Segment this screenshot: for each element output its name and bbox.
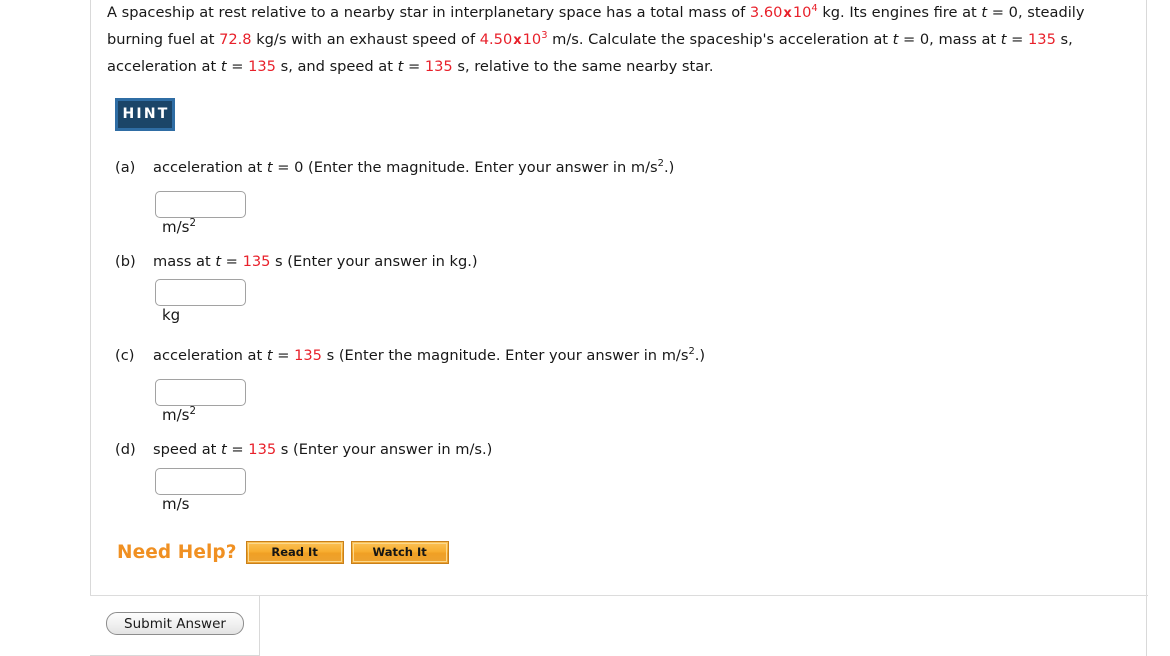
- part-c-input[interactable]: [155, 379, 246, 406]
- part-d-unit: m/s: [162, 495, 189, 513]
- problem-text-14: s, relative to the same nearby star.: [452, 58, 714, 75]
- problem-text-7: = 0, mass: [898, 31, 977, 48]
- multiply-icon: x: [783, 6, 792, 21]
- part-a-unit-base: m/s: [162, 218, 190, 236]
- part-a-text-2: = 0 (Enter the magnitude. Enter your ans…: [272, 159, 658, 176]
- part-c-unit: m/s2: [162, 406, 196, 424]
- problem-text-8: at: [981, 31, 1001, 48]
- mass-base: 104: [792, 3, 818, 21]
- part-b-unit: kg: [162, 306, 180, 324]
- part-c-unit-exponent: 2: [189, 406, 196, 417]
- part-c-answer-row: m/s2: [155, 379, 246, 424]
- exhaust-speed-value: 4.50: [479, 31, 513, 48]
- part-b-unit-base: kg: [162, 306, 181, 324]
- part-c-text-2: =: [272, 347, 295, 364]
- part-b-time-value: 135: [242, 253, 271, 270]
- part-b-text-1: mass at: [153, 253, 216, 270]
- part-d-answer-row: m/s: [155, 468, 246, 513]
- watch-it-label: Watch It: [352, 543, 447, 562]
- part-a-unit-exponent: 2: [189, 218, 196, 229]
- multiply-icon-2: x: [513, 33, 522, 48]
- need-help-section: Need Help? Read It Watch It: [117, 541, 456, 571]
- part-d-label: (d): [115, 441, 136, 458]
- part-d-input[interactable]: [155, 468, 246, 495]
- problem-text-11: =: [226, 58, 249, 75]
- part-b-label: (b): [115, 253, 136, 270]
- part-a-answer-row: m/s2: [155, 191, 246, 236]
- need-help-label: Need Help?: [117, 542, 237, 563]
- part-c-text-3: s (Enter the magnitude. Enter your answe…: [321, 347, 689, 364]
- question-content: A spaceship at rest relative to a nearby…: [0, 0, 1170, 656]
- part-b-text-2: =: [221, 253, 243, 270]
- part-a-label: (a): [115, 159, 136, 176]
- submit-answer-button[interactable]: Submit Answer: [106, 612, 244, 635]
- part-c-label: (c): [115, 347, 135, 364]
- part-a-input[interactable]: [155, 191, 246, 218]
- problem-text-13: =: [403, 58, 425, 75]
- burn-rate-value: 72.8: [219, 31, 252, 48]
- watch-it-button[interactable]: Watch It: [350, 541, 449, 564]
- part-d-unit-base: m/s: [162, 495, 190, 513]
- part-a-text-1: acceleration at: [153, 159, 267, 176]
- time-value-1: 135: [1028, 31, 1056, 48]
- part-c-time-value: 135: [294, 347, 322, 364]
- part-b-input[interactable]: [155, 279, 246, 306]
- part-c-prompt: acceleration at t = 135 s (Enter the mag…: [153, 347, 705, 364]
- part-c-text-4: .): [694, 347, 706, 364]
- part-a-prompt: acceleration at t = 0 (Enter the magnitu…: [153, 159, 674, 176]
- problem-statement: A spaceship at rest relative to a nearby…: [107, 0, 1137, 80]
- part-b-text-3: s (Enter your answer in kg.): [270, 253, 478, 270]
- problem-text-5: kg/s with an exhaust speed of: [251, 31, 480, 48]
- problem-text-1: A spaceship at rest relative to a nearby…: [107, 4, 750, 21]
- problem-text-12: s, and speed at: [275, 58, 398, 75]
- part-d-text-1: speed at: [153, 441, 222, 458]
- mass-value: 3.60: [749, 4, 783, 21]
- part-d-time-value: 135: [248, 441, 277, 458]
- time-value-3: 135: [424, 58, 453, 75]
- part-d-prompt: speed at t = 135 s (Enter your answer in…: [153, 441, 492, 458]
- time-value-2: 135: [248, 58, 276, 75]
- part-a-text-3: .): [663, 159, 675, 176]
- part-a-unit: m/s2: [162, 218, 196, 236]
- part-b-prompt: mass at t = 135 s (Enter your answer in …: [153, 253, 478, 270]
- part-c-text-1: acceleration at: [153, 347, 267, 364]
- problem-text-2: kg. Its engines fire at: [817, 4, 982, 21]
- part-d-text-2: =: [226, 441, 249, 458]
- part-b-answer-row: kg: [155, 279, 246, 324]
- problem-text-9: =: [1006, 31, 1029, 48]
- read-it-button[interactable]: Read It: [245, 541, 344, 564]
- part-c-unit-base: m/s: [162, 406, 190, 424]
- hint-button[interactable]: HINT: [115, 98, 175, 131]
- read-it-label: Read It: [247, 543, 342, 562]
- problem-text-6: m/s. Calculate the spaceship's accelerat…: [547, 31, 893, 48]
- problem-text-3: = 0,: [987, 4, 1023, 21]
- part-d-text-3: s (Enter your answer in m/s.): [276, 441, 493, 458]
- exhaust-base: 103: [522, 30, 548, 48]
